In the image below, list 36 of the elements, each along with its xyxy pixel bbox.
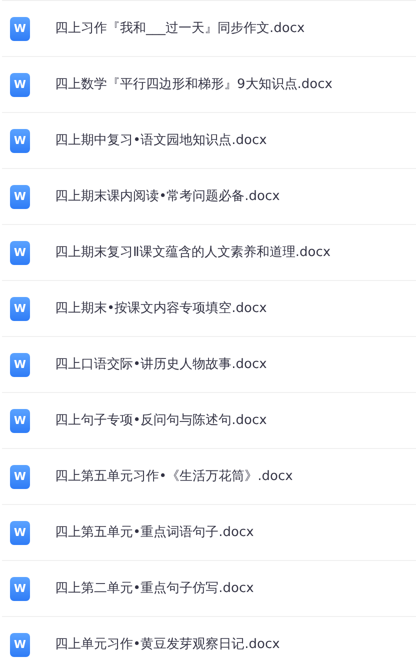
file-row[interactable]: W 四上第五单元•重点词语句子.docx	[2, 505, 416, 561]
word-document-icon: W	[10, 576, 30, 600]
word-document-icon: W	[10, 184, 30, 208]
word-document-icon: W	[10, 408, 30, 432]
file-row[interactable]: W 四上句子专项•反问句与陈述句.docx	[2, 393, 416, 449]
file-name: 四上期中复习•语文园地知识点.docx	[55, 132, 267, 150]
word-document-icon: W	[10, 240, 30, 264]
file-name: 四上期末复习Ⅱ课文蕴含的人文素养和道理.docx	[55, 244, 331, 262]
file-row[interactable]: W 四上期末•按课文内容专项填空.docx	[2, 281, 416, 337]
file-row[interactable]: W 四上数学『平行四边形和梯形』9大知识点.docx	[2, 57, 416, 113]
file-row[interactable]: W 四上期末复习Ⅱ课文蕴含的人文素养和道理.docx	[2, 225, 416, 281]
file-row[interactable]: W 四上习作『我和___过一天』同步作文.docx	[2, 1, 416, 57]
file-name: 四上习作『我和___过一天』同步作文.docx	[55, 20, 305, 38]
word-document-icon: W	[10, 128, 30, 152]
file-name: 四上第五单元•重点词语句子.docx	[55, 524, 254, 542]
word-document-icon: W	[10, 464, 30, 488]
file-name: 四上单元习作•黄豆发芽观察日记.docx	[55, 636, 280, 654]
file-name: 四上口语交际•讲历史人物故事.docx	[55, 356, 267, 374]
file-name: 四上第五单元习作•《生活万花筒》.docx	[55, 468, 293, 486]
word-document-icon: W	[10, 520, 30, 544]
file-row[interactable]: W 四上第二单元•重点句子仿写.docx	[2, 561, 416, 617]
file-name: 四上句子专项•反问句与陈述句.docx	[55, 412, 267, 430]
word-document-icon: W	[10, 296, 30, 320]
file-row[interactable]: W 四上第五单元习作•《生活万花筒》.docx	[2, 449, 416, 505]
word-document-icon: W	[10, 16, 30, 40]
file-row[interactable]: W 四上期末课内阅读•常考问题必备.docx	[2, 169, 416, 225]
word-document-icon: W	[10, 72, 30, 96]
file-name: 四上期末课内阅读•常考问题必备.docx	[55, 188, 280, 206]
word-document-icon: W	[10, 632, 30, 656]
file-row[interactable]: W 四上口语交际•讲历史人物故事.docx	[2, 337, 416, 393]
file-row[interactable]: W 四上期中复习•语文园地知识点.docx	[2, 113, 416, 169]
file-name: 四上数学『平行四边形和梯形』9大知识点.docx	[55, 76, 332, 94]
word-document-icon: W	[10, 352, 30, 376]
file-name: 四上期末•按课文内容专项填空.docx	[55, 300, 267, 318]
file-name: 四上第二单元•重点句子仿写.docx	[55, 580, 254, 598]
file-row[interactable]: W 四上单元习作•黄豆发芽观察日记.docx	[2, 617, 416, 661]
